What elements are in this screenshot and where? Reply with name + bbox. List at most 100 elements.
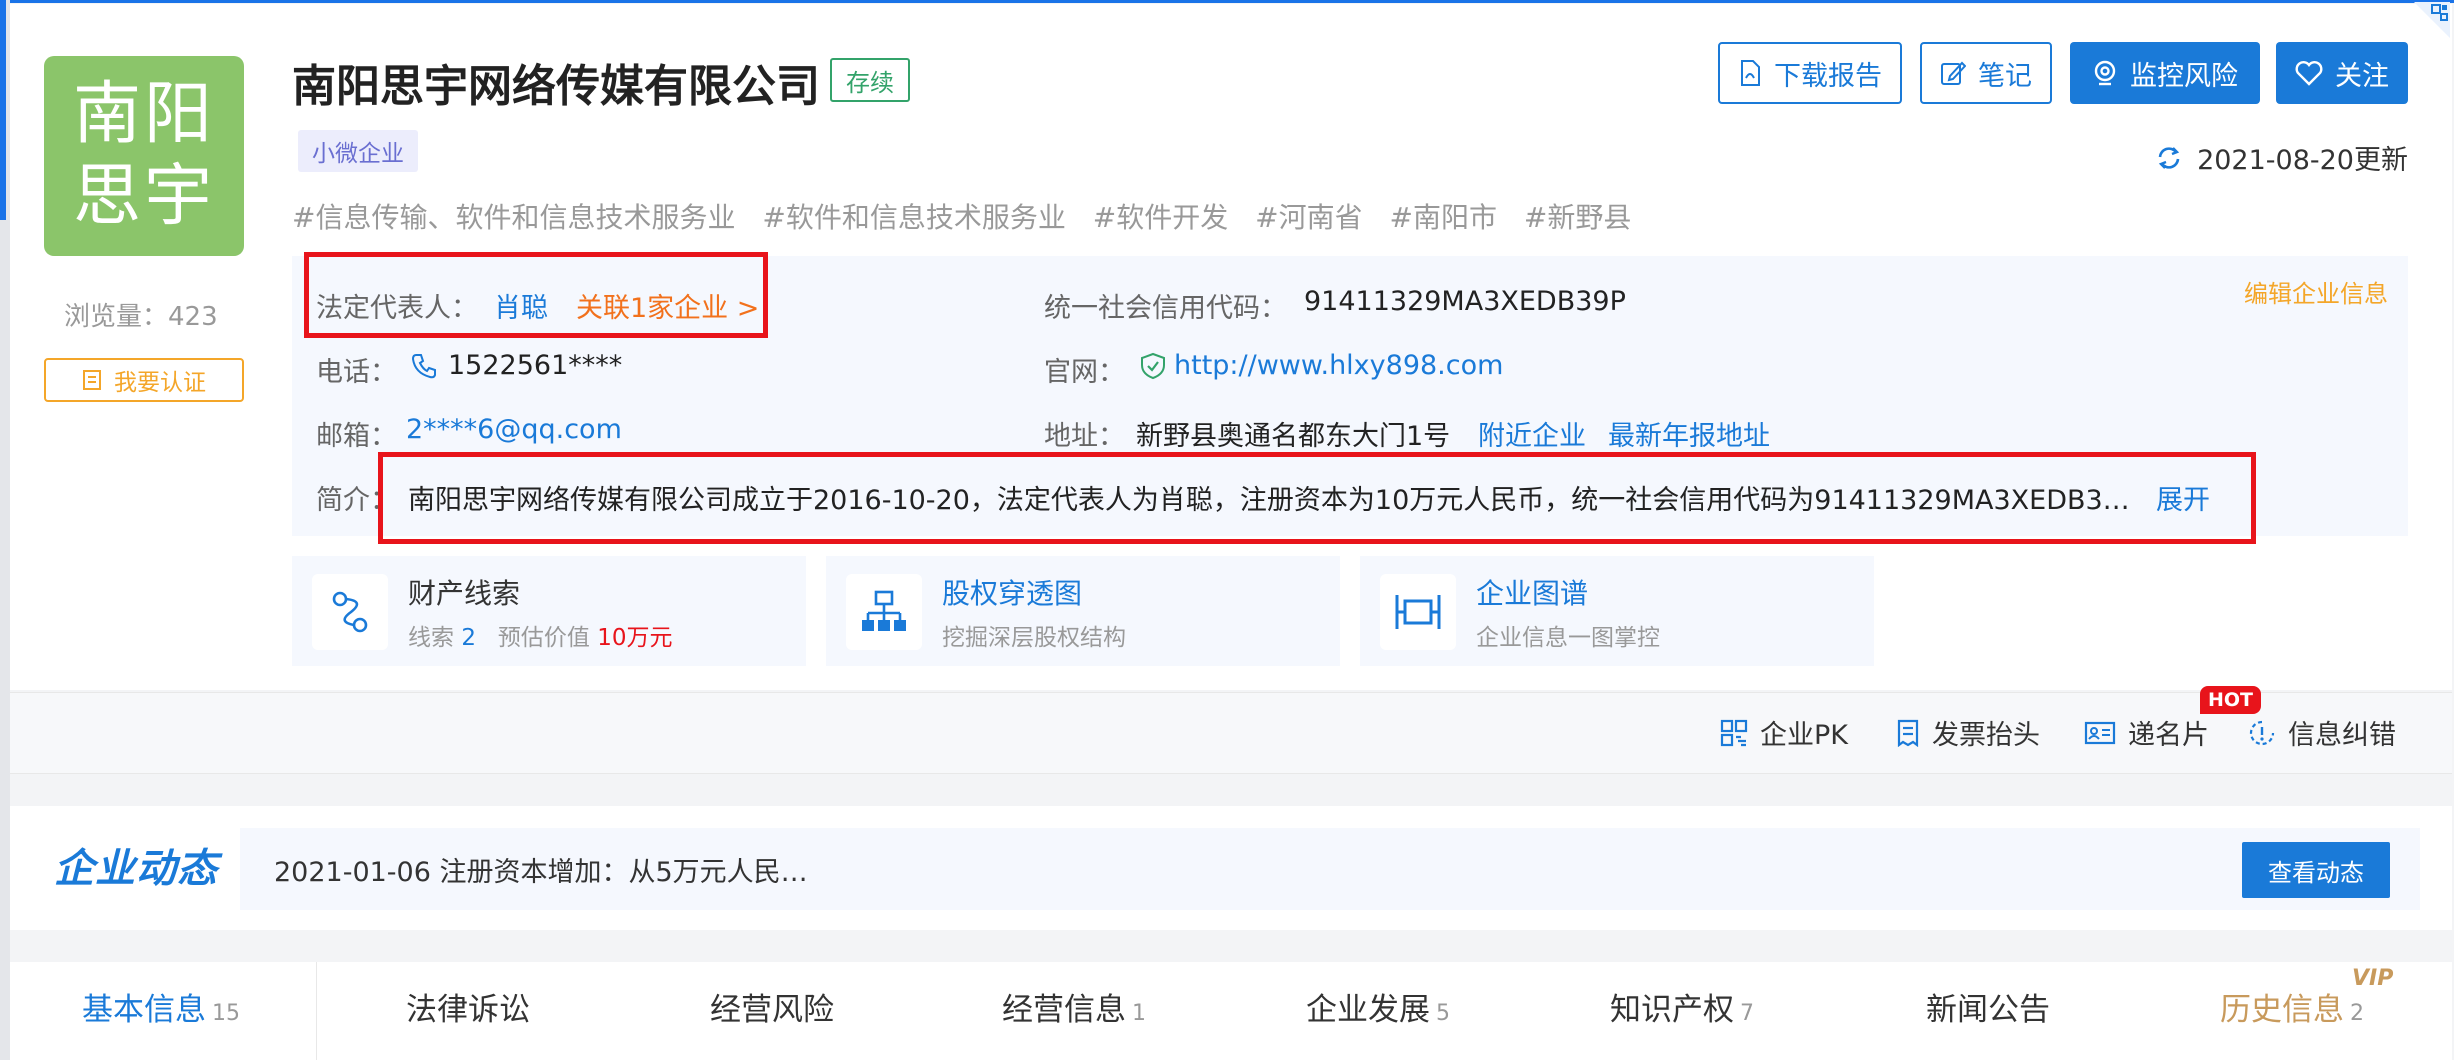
credit-code-label: 统一社会信用代码： [1044,293,1287,324]
vip-badge: VIP [2352,966,2394,991]
pdf-icon [1741,60,1760,86]
follow-button[interactable]: 关注 [2276,42,2408,104]
edit-note-icon [1941,61,1966,85]
monitor-risk-button[interactable]: 监控风险 [2070,42,2260,104]
tab-ip[interactable]: 知识产权 7 [1610,984,1754,1029]
window-left-edge [0,0,10,1060]
send-card-button[interactable]: 递名片 [2084,713,2209,752]
feature-company-graph[interactable]: 企业图谱 企业信息一图掌控 [1360,556,1874,666]
certify-label: 我要认证 [114,370,206,396]
website-link[interactable]: http://www.hlxy898.com [1174,350,1503,381]
industry-tag[interactable]: #信息传输、软件和信息技术服务业 [292,201,735,234]
highlight-box-legal-rep [304,252,768,338]
nearby-companies-link[interactable]: 附近企业 [1478,414,1586,453]
tab-development[interactable]: 企业发展 5 [1306,984,1450,1029]
clue-icon [312,574,388,650]
tab-operation-info[interactable]: 经营信息 1 [1002,984,1146,1029]
tab-history[interactable]: 历史信息 2 [2220,984,2364,1029]
tab-count: 1 [1132,1001,1146,1026]
heart-icon [2295,61,2323,86]
email-link[interactable]: 2****6@qq.com [406,414,622,445]
logo-text-line1: 南阳 [72,75,215,154]
invoice-icon [1897,719,1919,747]
invoice-header-button[interactable]: 发票抬头 [1896,713,2040,752]
monitor-label: 监控风险 [2130,60,2238,92]
phone-label: 电话： [316,357,397,388]
certificate-icon [83,370,101,390]
notes-label: 笔记 [1978,60,2032,92]
logo-text-line2: 思宇 [72,157,215,236]
company-logo: 南阳 思宇 [44,56,244,256]
industry-tag[interactable]: #软件开发 [1093,201,1228,234]
follow-label: 关注 [2335,60,2389,92]
industry-tag[interactable]: #南阳市 [1390,201,1497,234]
monitor-icon [2094,60,2116,86]
feature-property-clues[interactable]: 财产线索 线索 2 预估价值 10万元 [292,556,806,666]
tab-divider [316,962,317,1060]
address-value: 新野县奥通名都东大门1号 [1136,421,1451,452]
certify-button[interactable]: 我要认证 [44,358,244,402]
section-tabs: 基本信息 15 法律诉讼 经营风险 经营信息 1 企业发展 5 知识产权 7 新闻公告 … [10,962,2452,1060]
tab-label: 企业发展 [1306,992,1430,1028]
news-title: 企业动态 [54,846,218,892]
tab-count: 5 [1436,1001,1450,1026]
update-date: 2021-08-20更新 [2197,145,2408,176]
feature-subtitle: 线索 2 预估价值 10万元 [408,618,672,652]
info-correction-button[interactable]: 信息纠错 [2248,713,2396,752]
size-tag[interactable]: 小微企业 [298,130,418,172]
tab-label: 新闻公告 [1926,992,2050,1028]
edit-company-info-link[interactable]: 编辑企业信息 [2244,274,2388,309]
refresh-icon[interactable] [2155,144,2183,172]
industry-tag[interactable]: #新野县 [1524,201,1631,234]
org-chart-icon [846,574,922,650]
tool-bar: 企业PK 发票抬头 递名片 信息纠错 [10,692,2452,774]
credit-code-value: 91411329MA3XEDB39P [1304,286,1626,317]
phone-icon [411,354,436,379]
correct-label: 信息纠错 [2288,720,2396,751]
invoice-label: 发票抬头 [1932,720,2040,751]
tab-count: 7 [1740,1001,1754,1026]
feature-subtitle: 挖掘深层股权结构 [942,625,1126,651]
business-card-icon [2084,721,2116,744]
feature-equity-chart[interactable]: 股权穿透图 挖掘深层股权结构 [826,556,1340,666]
clue-count-label: 线索 [408,625,454,651]
tab-label: 法律诉讼 [406,992,530,1028]
tab-legal[interactable]: 法律诉讼 [406,984,536,1029]
latest-address-link[interactable]: 最新年报地址 [1608,414,1770,453]
qr-corner-icon[interactable] [2414,2,2450,38]
feature-title: 企业图谱 [1476,577,1589,610]
hot-badge: HOT [2200,686,2262,714]
phone-value: 1522561**** [448,350,623,381]
update-info: 2021-08-20更新 [2155,138,2408,177]
estimated-value: 10万元 [597,625,673,651]
tab-label: 基本信息 [82,992,206,1028]
company-pk-button[interactable]: 企业PK [1720,713,1848,752]
notes-button[interactable]: 笔记 [1920,42,2052,104]
website-label: 官网： [1044,357,1125,388]
download-report-button[interactable]: 下载报告 [1718,42,1902,104]
clue-count: 2 [461,625,476,651]
company-name: 南阳思宇网络传媒有限公司 [292,61,820,112]
tab-news[interactable]: 新闻公告 [1926,984,2056,1029]
feature-title: 股权穿透图 [942,577,1083,610]
shield-check-icon [1141,352,1165,380]
status-badge: 存续 [830,58,910,102]
tab-basic-info[interactable]: 基本信息 15 [82,984,240,1029]
pk-label: 企业PK [1760,720,1848,751]
view-count: 浏览量：423 [64,302,218,332]
tab-label: 历史信息 [2220,992,2344,1028]
news-text[interactable]: 2021-01-06 注册资本增加：从5万元人民… [274,850,808,889]
card-label: 递名片 [2128,720,2209,751]
feature-title: 财产线索 [408,577,521,610]
info-correct-icon [2249,720,2275,745]
email-label: 邮箱： [316,421,397,452]
news-box: 2021-01-06 注册资本增加：从5万元人民… 查看动态 [240,828,2420,910]
tab-operation-risk[interactable]: 经营风险 [710,984,840,1029]
industry-tag[interactable]: #软件和信息技术服务业 [762,201,1065,234]
industry-tag[interactable]: #河南省 [1255,201,1362,234]
tab-label: 经营风险 [710,992,834,1028]
feature-subtitle: 企业信息一图掌控 [1476,625,1660,651]
estimated-value-label: 预估价值 [497,625,590,651]
download-label: 下载报告 [1774,60,1882,92]
view-news-button[interactable]: 查看动态 [2242,842,2390,898]
